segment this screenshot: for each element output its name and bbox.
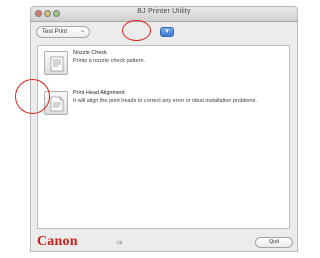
logo-subtext: cp — [117, 240, 123, 246]
utility-select[interactable]: Test Print ⌄ — [36, 26, 90, 38]
toolbar: Test Print ⌄ ▾ — [31, 22, 297, 44]
list-item-description: It will align the print heads to correct… — [73, 98, 258, 104]
list-item-description: Prints a nozzle check pattern. — [73, 58, 146, 64]
utility-select-value: Test Print — [42, 29, 68, 35]
highlighted-toolbar-button[interactable]: ▾ — [160, 27, 174, 37]
nozzle-check-icon — [44, 51, 68, 75]
quit-button[interactable]: Quit — [255, 237, 293, 248]
list-item-title: Print Head Alignment — [73, 90, 125, 96]
utility-window: BJ Printer Utility Test Print ⌄ ▾ Nozzle… — [30, 6, 298, 252]
title-bar: BJ Printer Utility — [31, 7, 297, 22]
annotation-circle-icon — [15, 79, 50, 114]
list-item-print-head-alignment[interactable]: Print Head Alignment It will align the p… — [42, 88, 282, 124]
utility-list: Nozzle Check Prints a nozzle check patte… — [37, 45, 290, 229]
chevron-down-icon: ⌄ — [79, 28, 85, 34]
list-item-title: Nozzle Check — [73, 50, 107, 56]
footer-bar: Canon cp Quit — [31, 230, 297, 251]
list-item-nozzle-check[interactable]: Nozzle Check Prints a nozzle check patte… — [42, 48, 282, 84]
annotation-circle-toolbar — [122, 20, 151, 41]
window-title: BJ Printer Utility — [137, 8, 191, 15]
canon-logo: Canon — [37, 234, 78, 249]
